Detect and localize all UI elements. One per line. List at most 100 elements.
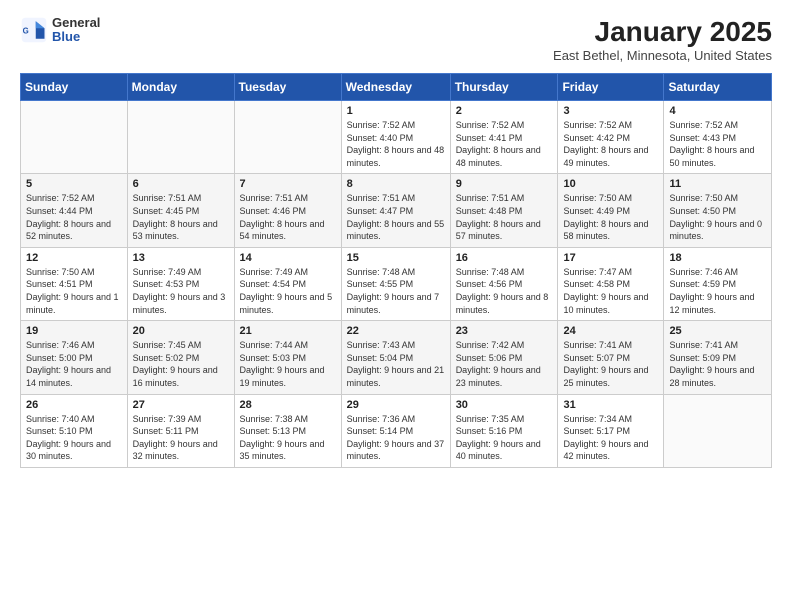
day-number: 12	[26, 252, 122, 264]
location: East Bethel, Minnesota, United States	[553, 48, 772, 63]
day-cell: 27Sunrise: 7:39 AM Sunset: 5:11 PM Dayli…	[127, 394, 234, 467]
title-block: January 2025 East Bethel, Minnesota, Uni…	[553, 16, 772, 63]
day-detail: Sunrise: 7:52 AM Sunset: 4:43 PM Dayligh…	[669, 119, 766, 169]
day-cell: 26Sunrise: 7:40 AM Sunset: 5:10 PM Dayli…	[21, 394, 128, 467]
week-row-3: 12 Sunrise: 7:50 AM Sunset: 4:51 PM Dayli…	[21, 247, 772, 320]
day-detail: Sunrise: 7:51 AM Sunset: 4:47 PM Dayligh…	[347, 192, 445, 242]
day-number: 3	[563, 105, 658, 117]
week-row-2: 5 Sunrise: 7:52 AM Sunset: 4:44 PM Daylig…	[21, 174, 772, 247]
day-detail: Sunrise: 7:35 AM Sunset: 5:16 PM Dayligh…	[456, 413, 553, 463]
day-cell: 31 Sunrise: 7:34 AM Sunset: 5:17 PM Dayli…	[558, 394, 664, 467]
day-cell: 4 Sunrise: 7:52 AM Sunset: 4:43 PM Daylig…	[664, 101, 772, 174]
day-detail: Sunrise: 7:51 AM Sunset: 4:48 PM Dayligh…	[456, 192, 553, 242]
day-number: 24	[563, 325, 658, 337]
weekday-header-wednesday: Wednesday	[341, 74, 450, 101]
day-detail: Sunrise: 7:46 AM Sunset: 5:00 PM Dayligh…	[26, 339, 122, 389]
week-row-4: 19Sunrise: 7:46 AM Sunset: 5:00 PM Dayli…	[21, 321, 772, 394]
day-number: 11	[669, 178, 766, 190]
day-number: 28	[240, 399, 336, 411]
day-detail: Sunrise: 7:43 AM Sunset: 5:04 PM Dayligh…	[347, 339, 445, 389]
logo-blue: Blue	[52, 30, 100, 44]
day-detail: Sunrise: 7:46 AM Sunset: 4:59 PM Dayligh…	[669, 266, 766, 316]
day-detail: Sunrise: 7:48 AM Sunset: 4:56 PM Dayligh…	[456, 266, 553, 316]
day-cell: 22 Sunrise: 7:43 AM Sunset: 5:04 PM Dayli…	[341, 321, 450, 394]
month-title: January 2025	[553, 16, 772, 48]
calendar: SundayMondayTuesdayWednesdayThursdayFrid…	[20, 73, 772, 468]
day-detail: Sunrise: 7:51 AM Sunset: 4:45 PM Dayligh…	[133, 192, 229, 242]
day-detail: Sunrise: 7:41 AM Sunset: 5:09 PM Dayligh…	[669, 339, 766, 389]
week-row-1: 1 Sunrise: 7:52 AM Sunset: 4:40 PM Daylig…	[21, 101, 772, 174]
weekday-header-thursday: Thursday	[450, 74, 558, 101]
day-number: 1	[347, 105, 445, 117]
day-cell	[127, 101, 234, 174]
day-cell: 15Sunrise: 7:48 AM Sunset: 4:55 PM Dayli…	[341, 247, 450, 320]
day-cell: 21 Sunrise: 7:44 AM Sunset: 5:03 PM Dayli…	[234, 321, 341, 394]
logo-text: General Blue	[52, 16, 100, 45]
day-cell: 20 Sunrise: 7:45 AM Sunset: 5:02 PM Dayli…	[127, 321, 234, 394]
day-detail: Sunrise: 7:39 AM Sunset: 5:11 PM Dayligh…	[133, 413, 229, 463]
day-detail: Sunrise: 7:40 AM Sunset: 5:10 PM Dayligh…	[26, 413, 122, 463]
svg-text:G: G	[23, 27, 29, 36]
weekday-header-tuesday: Tuesday	[234, 74, 341, 101]
day-cell	[21, 101, 128, 174]
day-number: 5	[26, 178, 122, 190]
day-number: 20	[133, 325, 229, 337]
day-cell	[234, 101, 341, 174]
day-detail: Sunrise: 7:34 AM Sunset: 5:17 PM Dayligh…	[563, 413, 658, 463]
weekday-header-monday: Monday	[127, 74, 234, 101]
day-cell: 11 Sunrise: 7:50 AM Sunset: 4:50 PM Dayli…	[664, 174, 772, 247]
day-detail: Sunrise: 7:41 AM Sunset: 5:07 PM Dayligh…	[563, 339, 658, 389]
day-number: 23	[456, 325, 553, 337]
day-detail: Sunrise: 7:49 AM Sunset: 4:53 PM Dayligh…	[133, 266, 229, 316]
day-cell: 17 Sunrise: 7:47 AM Sunset: 4:58 PM Dayli…	[558, 247, 664, 320]
day-number: 31	[563, 399, 658, 411]
day-number: 16	[456, 252, 553, 264]
day-cell: 10Sunrise: 7:50 AM Sunset: 4:49 PM Dayli…	[558, 174, 664, 247]
day-detail: Sunrise: 7:52 AM Sunset: 4:40 PM Dayligh…	[347, 119, 445, 169]
week-row-5: 26Sunrise: 7:40 AM Sunset: 5:10 PM Dayli…	[21, 394, 772, 467]
day-detail: Sunrise: 7:38 AM Sunset: 5:13 PM Dayligh…	[240, 413, 336, 463]
day-cell: 5 Sunrise: 7:52 AM Sunset: 4:44 PM Daylig…	[21, 174, 128, 247]
day-number: 29	[347, 399, 445, 411]
day-cell: 13Sunrise: 7:49 AM Sunset: 4:53 PM Dayli…	[127, 247, 234, 320]
day-cell	[664, 394, 772, 467]
day-cell: 3 Sunrise: 7:52 AM Sunset: 4:42 PM Daylig…	[558, 101, 664, 174]
day-detail: Sunrise: 7:51 AM Sunset: 4:46 PM Dayligh…	[240, 192, 336, 242]
day-cell: 28 Sunrise: 7:38 AM Sunset: 5:13 PM Dayli…	[234, 394, 341, 467]
day-cell: 16 Sunrise: 7:48 AM Sunset: 4:56 PM Dayli…	[450, 247, 558, 320]
day-detail: Sunrise: 7:49 AM Sunset: 4:54 PM Dayligh…	[240, 266, 336, 316]
day-number: 15	[347, 252, 445, 264]
day-cell: 29 Sunrise: 7:36 AM Sunset: 5:14 PM Dayli…	[341, 394, 450, 467]
day-detail: Sunrise: 7:44 AM Sunset: 5:03 PM Dayligh…	[240, 339, 336, 389]
header: G General Blue January 2025 East Bethel,…	[20, 16, 772, 63]
day-number: 6	[133, 178, 229, 190]
day-number: 21	[240, 325, 336, 337]
day-number: 2	[456, 105, 553, 117]
day-detail: Sunrise: 7:52 AM Sunset: 4:44 PM Dayligh…	[26, 192, 122, 242]
day-cell: 6 Sunrise: 7:51 AM Sunset: 4:45 PM Daylig…	[127, 174, 234, 247]
day-detail: Sunrise: 7:47 AM Sunset: 4:58 PM Dayligh…	[563, 266, 658, 316]
day-cell: 25 Sunrise: 7:41 AM Sunset: 5:09 PM Dayli…	[664, 321, 772, 394]
day-cell: 18Sunrise: 7:46 AM Sunset: 4:59 PM Dayli…	[664, 247, 772, 320]
day-number: 17	[563, 252, 658, 264]
day-cell: 9Sunrise: 7:51 AM Sunset: 4:48 PM Daylig…	[450, 174, 558, 247]
day-cell: 19Sunrise: 7:46 AM Sunset: 5:00 PM Dayli…	[21, 321, 128, 394]
day-cell: 12 Sunrise: 7:50 AM Sunset: 4:51 PM Dayli…	[21, 247, 128, 320]
day-detail: Sunrise: 7:50 AM Sunset: 4:50 PM Dayligh…	[669, 192, 766, 242]
logo-icon: G	[20, 16, 48, 44]
day-number: 4	[669, 105, 766, 117]
day-detail: Sunrise: 7:45 AM Sunset: 5:02 PM Dayligh…	[133, 339, 229, 389]
weekday-header-sunday: Sunday	[21, 74, 128, 101]
day-number: 22	[347, 325, 445, 337]
page: G General Blue January 2025 East Bethel,…	[0, 0, 792, 612]
day-detail: Sunrise: 7:52 AM Sunset: 4:42 PM Dayligh…	[563, 119, 658, 169]
weekday-header-saturday: Saturday	[664, 74, 772, 101]
weekday-header-row: SundayMondayTuesdayWednesdayThursdayFrid…	[21, 74, 772, 101]
day-detail: Sunrise: 7:50 AM Sunset: 4:51 PM Dayligh…	[26, 266, 122, 316]
day-number: 7	[240, 178, 336, 190]
day-detail: Sunrise: 7:36 AM Sunset: 5:14 PM Dayligh…	[347, 413, 445, 463]
day-cell: 1 Sunrise: 7:52 AM Sunset: 4:40 PM Daylig…	[341, 101, 450, 174]
day-number: 8	[347, 178, 445, 190]
day-detail: Sunrise: 7:50 AM Sunset: 4:49 PM Dayligh…	[563, 192, 658, 242]
day-number: 25	[669, 325, 766, 337]
